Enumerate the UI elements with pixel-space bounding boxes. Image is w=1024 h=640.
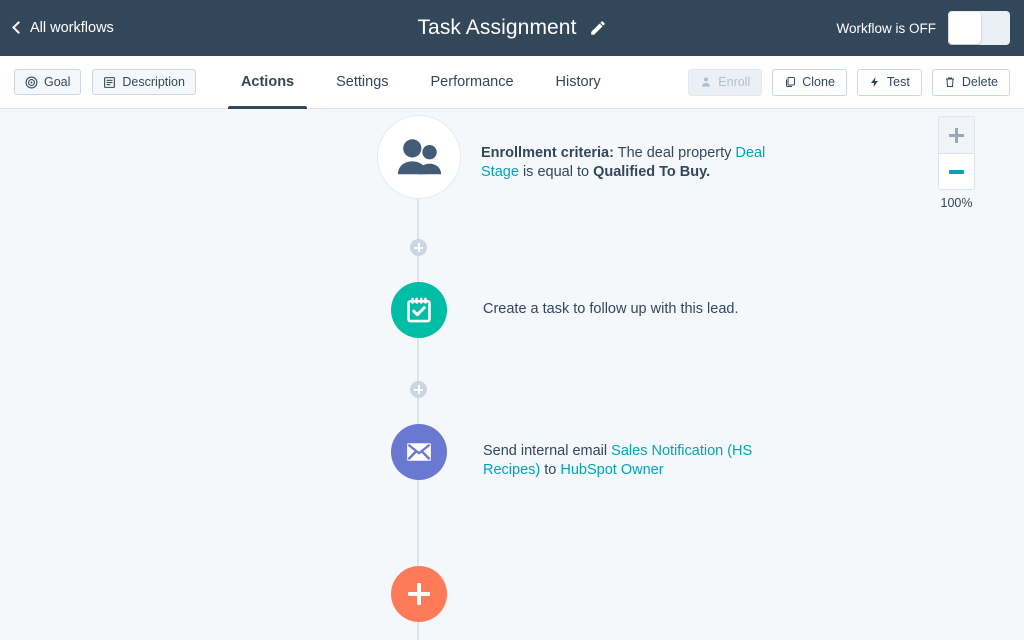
test-button-label: Test (887, 75, 910, 89)
envelope-icon (404, 437, 434, 467)
clone-button[interactable]: Clone (772, 69, 847, 96)
add-step-connector-1[interactable] (410, 239, 427, 256)
email-step-text: Send internal email Sales Notification (… (483, 442, 753, 481)
enrollment-criteria-node[interactable]: Enrollment criteria: The deal property D… (377, 115, 806, 199)
tab-actions-label: Actions (241, 74, 294, 90)
app-header: All workflows Task Assignment Workflow i… (0, 0, 1024, 56)
tab-performance[interactable]: Performance (410, 56, 535, 109)
tab-actions[interactable]: Actions (220, 56, 315, 109)
lightning-icon (869, 76, 881, 88)
description-button[interactable]: Description (92, 69, 196, 95)
trash-icon (944, 76, 956, 88)
zoom-out-button[interactable] (938, 153, 975, 190)
tabbar-action-buttons: Enroll Clone Test Delete (688, 69, 1010, 96)
back-to-all-workflows-link[interactable]: All workflows (14, 20, 114, 36)
person-icon (700, 76, 712, 88)
enroll-button[interactable]: Enroll (688, 69, 762, 96)
clone-button-label: Clone (802, 75, 835, 89)
email-step-text-1: Send internal email (483, 443, 611, 459)
task-step-icon-circle (391, 282, 447, 338)
copy-icon (784, 76, 796, 88)
tab-settings-label: Settings (336, 74, 388, 90)
test-button[interactable]: Test (857, 69, 922, 96)
pencil-icon[interactable] (589, 19, 607, 37)
workflow-on-off-toggle[interactable] (948, 11, 1010, 45)
tab-settings[interactable]: Settings (315, 56, 409, 109)
zoom-control: 100% (938, 116, 975, 210)
page-title: Task Assignment (417, 16, 576, 40)
workflow-tabbar: Goal Description Actions Settings Perfor… (0, 56, 1024, 109)
task-step-text: Create a task to follow up with this lea… (483, 300, 739, 319)
document-icon (103, 76, 116, 89)
enrollment-criteria-avatar (377, 115, 461, 199)
tab-history[interactable]: History (535, 56, 622, 109)
add-action-button[interactable] (391, 566, 447, 622)
description-button-label: Description (122, 75, 185, 89)
target-icon (25, 76, 38, 89)
tab-performance-label: Performance (431, 74, 514, 90)
workflow-canvas: Enrollment criteria: The deal property D… (0, 109, 1024, 640)
zoom-level-label: 100% (938, 196, 975, 210)
goal-button-label: Goal (44, 75, 70, 89)
zoom-in-button[interactable] (938, 116, 975, 153)
goal-button[interactable]: Goal (14, 69, 81, 95)
workflow-step-email[interactable]: Send internal email Sales Notification (… (391, 424, 753, 481)
workflow-toggle-label: Workflow is OFF (836, 21, 936, 36)
tab-history-label: History (556, 74, 601, 90)
toggle-knob (949, 12, 981, 44)
two-people-icon (396, 137, 442, 177)
email-recipient-link[interactable]: HubSpot Owner (560, 462, 663, 478)
workflow-step-task[interactable]: Create a task to follow up with this lea… (391, 282, 739, 338)
back-link-label: All workflows (30, 20, 114, 36)
enrollment-criteria-value: Qualified To Buy. (593, 164, 710, 180)
task-calendar-check-icon (405, 296, 433, 324)
enrollment-criteria-text-1: The deal property (614, 145, 735, 161)
email-step-icon-circle (391, 424, 447, 480)
delete-button-label: Delete (962, 75, 998, 89)
minus-icon (949, 170, 964, 174)
enrollment-criteria-text-2: is equal to (523, 164, 593, 180)
email-step-text-2: to (540, 462, 560, 478)
chevron-left-icon (12, 21, 25, 34)
delete-button[interactable]: Delete (932, 69, 1010, 96)
workflow-toggle-area: Workflow is OFF (836, 11, 1010, 45)
enrollment-criteria-label: Enrollment criteria: (481, 145, 614, 161)
enroll-button-label: Enroll (718, 75, 750, 89)
add-step-connector-2[interactable] (410, 381, 427, 398)
enrollment-criteria-text: Enrollment criteria: The deal property D… (481, 144, 806, 183)
tab-list: Actions Settings Performance History (220, 56, 622, 109)
